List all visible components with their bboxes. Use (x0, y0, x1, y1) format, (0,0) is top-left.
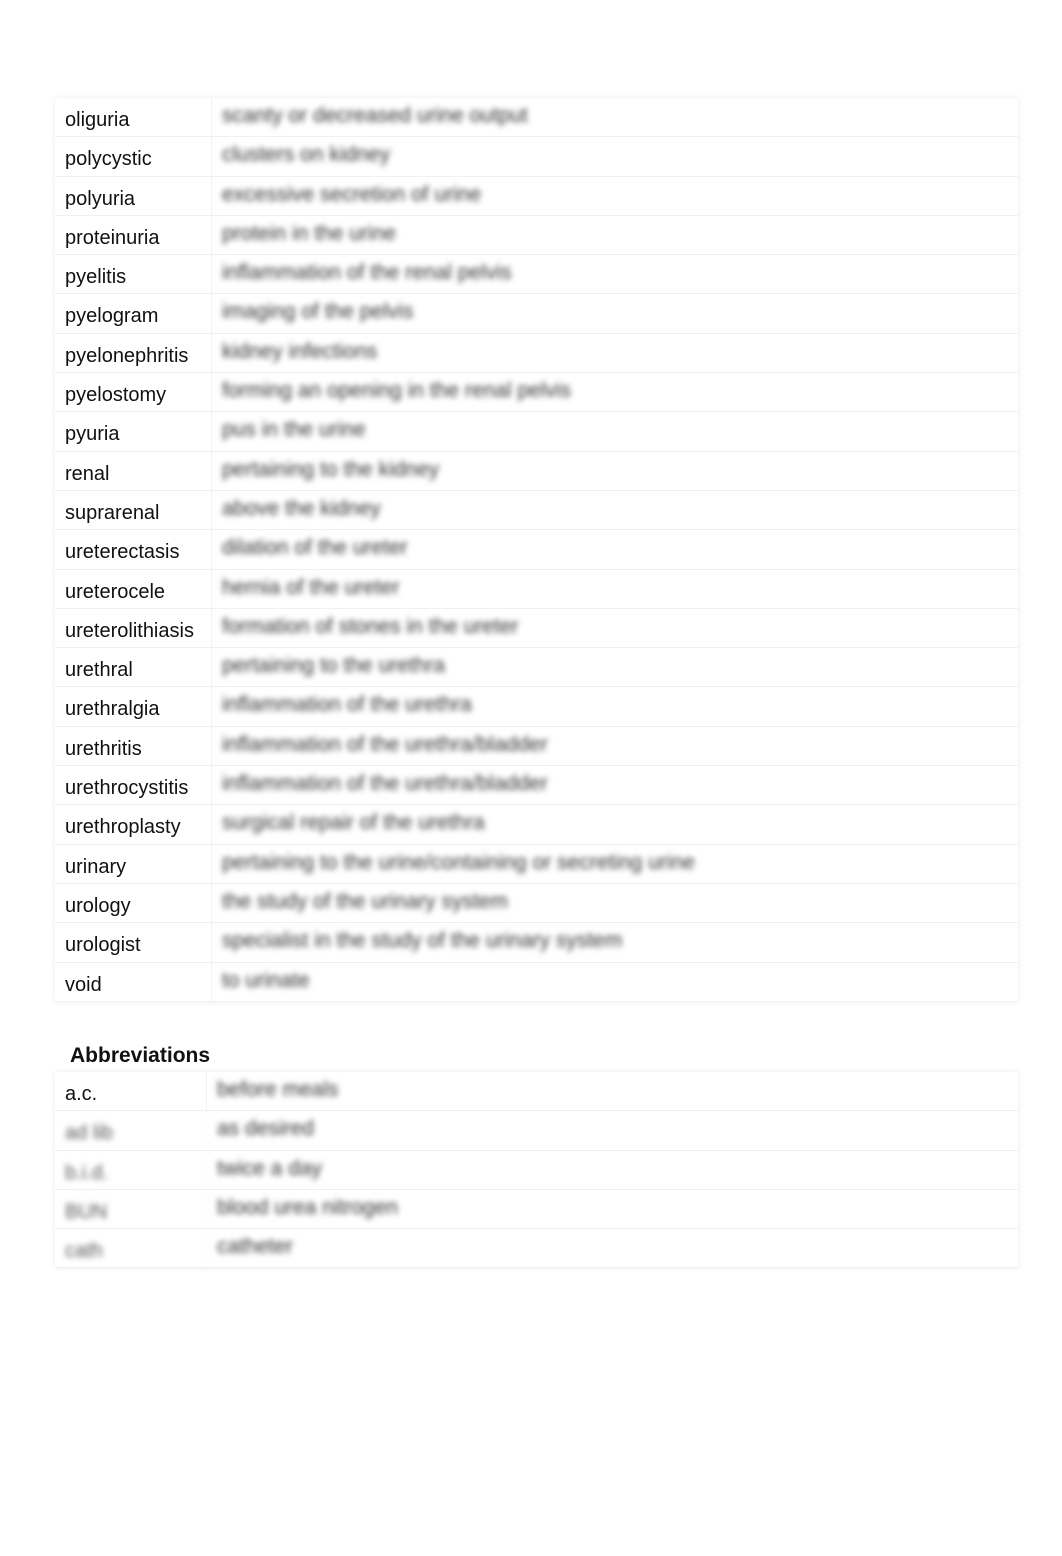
term-cell: pyuria (55, 412, 212, 451)
table-row: ad lib as desired (55, 1111, 1018, 1151)
table-row: ureterectasis dilation of the ureter (55, 530, 1018, 570)
table-row: urinary pertaining to the urine/containin… (55, 844, 1018, 884)
definition-cell: inflammation of the renal pelvis (222, 261, 512, 285)
term-cell: polycystic (55, 137, 212, 176)
term-cell: urethritis (55, 726, 212, 766)
definition-cell: pertaining to the urine/containing or se… (222, 850, 695, 874)
term-cell: urethrocystitis (55, 766, 212, 805)
glossary-table: oliguria scanty or decreased urine output… (55, 98, 1018, 1002)
definition-cell: inflammation of the urethra (222, 693, 472, 717)
definition-cell: dilation of the ureter (222, 536, 408, 560)
term-cell: b.i.d. (55, 1150, 207, 1189)
table-row: pyelitis inflammation of the renal pelvis (55, 255, 1018, 295)
definition-cell: above the kidney (222, 496, 381, 520)
term-cell: renal (55, 451, 212, 490)
table-row: urethrocystitis inflammation of the ureth… (55, 766, 1018, 806)
definition-cell: specialist in the study of the urinary s… (222, 929, 623, 953)
table-row: polyuria excessive secretion of urine (55, 176, 1018, 216)
term-cell: pyelostomy (55, 373, 212, 412)
term-cell: urology (55, 883, 212, 923)
table-row: urology the study of the urinary system (55, 883, 1018, 924)
table-row: pyelonephritis kidney infections (55, 333, 1018, 374)
term-cell: urethralgia (55, 687, 212, 726)
term-cell: urethroplasty (55, 805, 212, 844)
table-row: urethral pertaining to the urethra (55, 648, 1018, 688)
term-cell: urologist (55, 923, 212, 962)
table-row: a.c. before meals (55, 1072, 1018, 1112)
table-row: urologist specialist in the study of the … (55, 923, 1018, 963)
table-row: suprarenal above the kidney (55, 490, 1018, 531)
definition-cell: clusters on kidney (222, 143, 391, 167)
term-cell: polyuria (55, 176, 212, 215)
definition-cell: twice a day (217, 1156, 323, 1180)
table-row: ureterocele hernia of the ureter (55, 569, 1018, 609)
table-row: oliguria scanty or decreased urine output (55, 98, 1018, 138)
table-row: b.i.d. twice a day (55, 1150, 1018, 1190)
term-cell: cath (55, 1229, 207, 1268)
table-row: void to urinate (55, 962, 1018, 1002)
table-row: proteinuria protein in the urine (55, 215, 1018, 256)
term-cell: oliguria (55, 98, 212, 137)
definition-cell: before meals (217, 1078, 339, 1101)
table-row: pyuria pus in the urine (55, 412, 1018, 452)
table-row: pyelostomy forming an opening in the rena… (55, 373, 1018, 413)
definition-cell: as desired (217, 1117, 314, 1141)
definition-cell: pertaining to the urethra (222, 654, 445, 678)
table-row: BUN blood urea nitrogen (55, 1189, 1018, 1230)
definition-cell: the study of the urinary system (222, 889, 508, 913)
table-row: renal pertaining to the kidney (55, 451, 1018, 491)
term-cell: ureterectasis (55, 530, 212, 569)
definition-cell: excessive secretion of urine (222, 182, 482, 206)
definition-cell: forming an opening in the renal pelvis (222, 379, 572, 403)
definition-cell: inflammation of the urethra/bladder (222, 772, 548, 796)
term-cell: pyelonephritis (55, 333, 212, 373)
table-row: urethralgia inflammation of the urethra (55, 687, 1018, 727)
term-cell: urinary (55, 844, 212, 883)
abbreviations-table: a.c. before meals ad lib as desired b.i.d. tw… (55, 1072, 1018, 1269)
table-row: pyelogram imaging of the pelvis (55, 294, 1018, 334)
abbreviations-heading: Abbreviations (70, 1044, 211, 1067)
definition-cell: scanty or decreased urine output (222, 104, 528, 127)
definition-cell: inflammation of the urethra/bladder (222, 732, 548, 756)
definition-cell: pertaining to the kidney (222, 457, 440, 481)
term-cell: ad lib (55, 1111, 207, 1150)
term-cell: ureterocele (55, 569, 212, 608)
term-cell: pyelitis (55, 255, 212, 294)
table-row: polycystic clusters on kidney (55, 137, 1018, 177)
term-cell: suprarenal (55, 490, 212, 530)
table-row: ureterolithiasis formation of stones in t… (55, 608, 1018, 649)
definition-cell: hernia of the ureter (222, 575, 400, 599)
definition-cell: imaging of the pelvis (222, 300, 414, 324)
definition-cell: protein in the urine (222, 221, 396, 245)
table-row: urethroplasty surgical repair of the uret… (55, 805, 1018, 845)
definition-cell: to urinate (222, 968, 310, 992)
term-cell: urethral (55, 648, 212, 687)
definition-cell: pus in the urine (222, 418, 366, 442)
definition-cell: blood urea nitrogen (217, 1195, 398, 1219)
table-row: cath catheter (55, 1229, 1018, 1269)
definition-cell: kidney infections (222, 339, 378, 363)
term-cell: pyelogram (55, 294, 212, 333)
term-cell: a.c. (55, 1072, 207, 1111)
definition-cell: catheter (217, 1235, 293, 1259)
term-cell: proteinuria (55, 215, 212, 255)
term-cell: void (55, 962, 212, 1001)
term-cell: ureterolithiasis (55, 608, 212, 648)
definition-cell: surgical repair of the urethra (222, 811, 485, 835)
term-cell: BUN (55, 1189, 207, 1229)
definition-cell: formation of stones in the ureter (222, 614, 519, 638)
table-row: urethritis inflammation of the urethra/bl… (55, 726, 1018, 767)
